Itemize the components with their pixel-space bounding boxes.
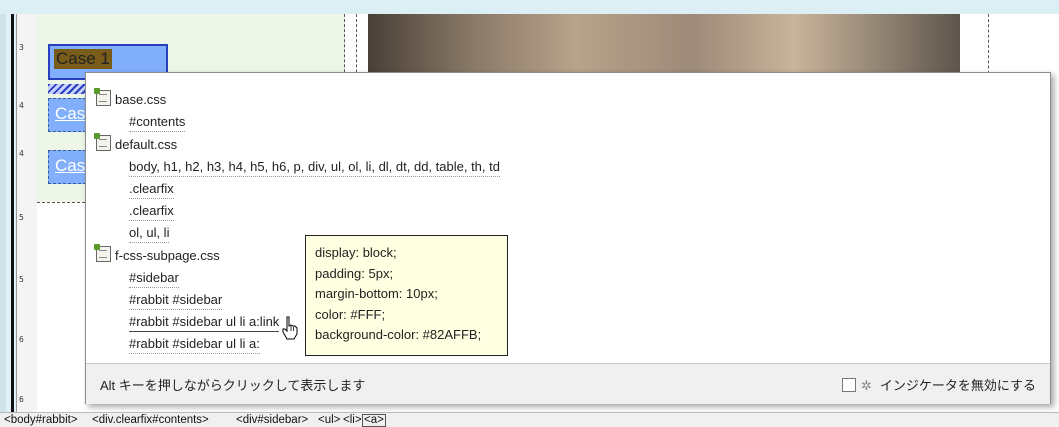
css-file-name: base.css [115,92,167,107]
disable-indicator-option[interactable]: ✲ インジケータを無効にする [841,375,1036,394]
css-file-base[interactable]: base.css [94,88,167,108]
left-strip [0,14,6,412]
css-rule-link[interactable]: #rabbit #sidebar [129,291,223,310]
ruler-number: 3 [19,43,24,52]
tag-selector-bar: <body#rabbit> <div.clearfix#contents> <d… [0,412,1059,427]
ruler-number: 5 [19,213,24,222]
css-rule-link[interactable]: ol, ul, li [129,224,170,243]
tag-li[interactable]: <li> [343,413,362,427]
code-navigator-popup: base.css #contents default.css body, h1,… [85,72,1051,404]
tag-a-selected[interactable]: <a> [362,414,386,427]
tag-div-sidebar[interactable]: <div#sidebar> [236,413,308,427]
tooltip-line: padding: 5px; [315,265,394,281]
css-file-icon [94,244,111,262]
tooltip-line: background-color: #82AFFB; [315,327,482,342]
ruler-number: 4 [19,149,24,158]
case-link-label: Case 1 [54,49,112,69]
css-rule-list: base.css #contents default.css body, h1,… [86,73,1050,363]
tooltip-line: margin-bottom: 10px; [315,286,438,301]
tooltip-line: color: #FFF; [315,306,386,322]
ruler-number: 6 [19,395,24,404]
navigator-footer: Alt キーを押しながらクリックして表示します ✲ インジケータを無効にする [86,363,1050,404]
css-rule-link[interactable]: #rabbit #sidebar ul li a: [129,335,260,354]
disable-indicator-label: インジケータを無効にする [879,378,1036,393]
tag-div-contents[interactable]: <div.clearfix#contents> [92,413,209,427]
case-link-label: Cas [55,104,86,123]
css-file-name: f-css-subpage.css [115,248,220,263]
vertical-divider [11,14,14,412]
hand-cursor-icon [282,316,298,340]
vertical-ruler: 3 4 4 5 5 6 6 [16,14,38,412]
tooltip-line: display: block; [315,245,397,260]
indicator-gear-icon: ✲ [860,378,872,393]
ruler-number: 6 [19,335,24,344]
css-rule-link[interactable]: .clearfix [129,180,174,199]
tag-body[interactable]: <body#rabbit> [4,413,78,427]
css-file-icon [94,133,111,151]
tag-ul[interactable]: <ul> [318,413,340,427]
alt-click-hint: Alt キーを押しながらクリックして表示します [100,378,366,393]
css-rule-link[interactable]: #contents [129,113,186,132]
top-band [0,0,1059,14]
css-file-name: default.css [115,137,178,152]
ruler-number: 4 [19,101,24,110]
rule-properties-tooltip: display: block; padding: 5px; margin-bot… [305,235,508,356]
css-rule-link[interactable]: body, h1, h2, h3, h4, h5, h6, p, div, ul… [129,158,500,177]
css-rule-link-hovered[interactable]: #rabbit #sidebar ul li a:link [129,313,280,332]
css-rule-link[interactable]: .clearfix [129,202,174,221]
css-rule-link[interactable]: #sidebar [129,269,179,288]
css-file-default[interactable]: default.css [94,133,178,153]
css-file-subpage[interactable]: f-css-subpage.css [94,244,220,264]
css-file-icon [94,88,111,106]
case-link-label: Cas [55,156,86,175]
disable-indicator-checkbox[interactable] [841,378,856,392]
ruler-number: 5 [19,275,24,284]
